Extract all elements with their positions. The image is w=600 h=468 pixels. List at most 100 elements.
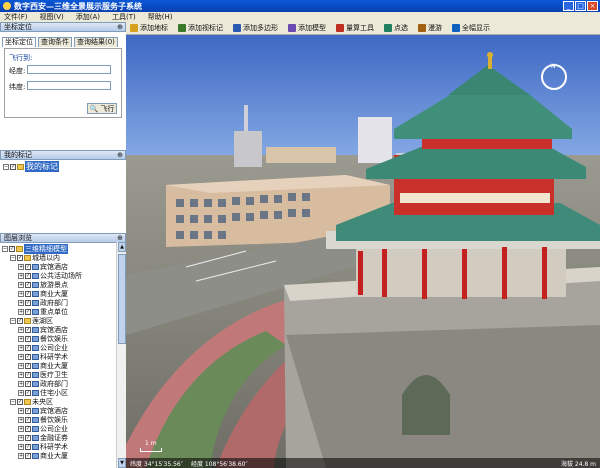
close-button[interactable]: × — [587, 1, 598, 11]
checkbox[interactable]: ✓ — [25, 407, 31, 414]
checkbox[interactable]: ✓ — [17, 254, 23, 261]
marks-panel-header[interactable]: 我的标记 ⊕ — [0, 150, 126, 160]
layer-icon — [32, 308, 39, 315]
fly-legend: 飞行到: — [9, 54, 33, 62]
toolbar-model-button[interactable]: 添加模型 — [288, 23, 326, 33]
polygon-icon — [233, 24, 241, 32]
expand-icon[interactable]: + — [18, 407, 24, 414]
toolbar-pointer-button[interactable]: 点选 — [384, 23, 408, 33]
collapse-icon[interactable]: − — [3, 163, 9, 170]
tab-coordinate[interactable]: 坐标定位 — [2, 37, 36, 47]
checkbox[interactable]: ✓ — [25, 416, 31, 423]
expand-icon[interactable]: + — [18, 290, 24, 297]
expand-icon[interactable]: + — [18, 263, 24, 270]
checkbox[interactable]: ✓ — [25, 326, 31, 333]
view-marker-icon — [178, 24, 186, 32]
scroll-down-icon[interactable]: ▼ — [118, 458, 126, 468]
layers-panel-header[interactable]: 图层浏览 ⊕ — [0, 233, 126, 243]
scroll-thumb[interactable] — [118, 254, 126, 344]
expand-icon[interactable]: + — [18, 344, 24, 351]
expand-icon[interactable]: + — [18, 272, 24, 279]
menu-help[interactable]: 帮助(H) — [148, 12, 173, 22]
minimize-button[interactable]: _ — [563, 1, 574, 11]
longitude-input[interactable] — [27, 65, 111, 74]
tab-results[interactable]: 查询结果(0) — [74, 37, 118, 47]
locate-tabs: 坐标定位 查询条件 查询结果(0) — [2, 37, 118, 47]
latitude-input[interactable] — [27, 81, 111, 90]
toolbar-label: 添加视标记 — [188, 24, 223, 32]
checkbox[interactable]: ✓ — [17, 398, 23, 405]
checkbox[interactable]: ✓ — [25, 290, 31, 297]
toolbar-view-marker-button[interactable]: 添加视标记 — [178, 23, 223, 33]
marks-root[interactable]: − ✓ 我的标记 — [3, 161, 59, 172]
toolbar-roam-button[interactable]: 漫游 — [418, 23, 442, 33]
ruler-icon — [336, 24, 344, 32]
folder-icon — [17, 163, 24, 170]
checkbox[interactable]: ✓ — [25, 434, 31, 441]
expand-icon[interactable]: + — [18, 353, 24, 360]
pin-icon[interactable]: ⊕ — [117, 234, 123, 242]
collapse-icon[interactable]: − — [10, 317, 16, 324]
menu-view[interactable]: 视图(V) — [40, 12, 64, 22]
toolbar-ruler-button[interactable]: 量算工具 — [336, 23, 374, 33]
checkbox[interactable]: ✓ — [25, 335, 31, 342]
svg-text:N: N — [551, 63, 556, 70]
pin-icon[interactable]: ⊕ — [117, 23, 123, 31]
checkbox[interactable]: ✓ — [25, 272, 31, 279]
expand-icon[interactable]: + — [18, 389, 24, 396]
expand-icon[interactable]: + — [18, 425, 24, 432]
checkbox[interactable]: ✓ — [25, 452, 31, 459]
checkbox[interactable]: ✓ — [25, 380, 31, 387]
locate-panel-header[interactable]: 坐标定位 ⊕ — [0, 22, 126, 32]
layer-icon — [32, 263, 39, 270]
toolbar-globe-button[interactable]: 全幅显示 — [452, 23, 490, 33]
expand-icon[interactable]: + — [18, 281, 24, 288]
checkbox[interactable]: ✓ — [25, 425, 31, 432]
3d-view[interactable]: N — [126, 35, 600, 468]
checkbox[interactable]: ✓ — [25, 281, 31, 288]
layers-scrollbar[interactable]: ▲ ▼ — [116, 242, 126, 468]
expand-icon[interactable]: + — [18, 362, 24, 369]
checkbox[interactable]: ✓ — [10, 163, 16, 170]
checkbox[interactable]: ✓ — [25, 308, 31, 315]
fly-button[interactable]: 🔍 飞行 — [87, 103, 117, 114]
folder-icon — [24, 254, 31, 261]
expand-icon[interactable]: + — [18, 452, 24, 459]
toolbar-polygon-button[interactable]: 添加多边形 — [233, 23, 278, 33]
checkbox[interactable]: ✓ — [25, 353, 31, 360]
menu-add[interactable]: 添加(A) — [76, 12, 100, 22]
expand-icon[interactable]: + — [18, 308, 24, 315]
maximize-button[interactable]: □ — [575, 1, 586, 11]
checkbox[interactable]: ✓ — [25, 362, 31, 369]
collapse-icon[interactable]: − — [2, 245, 8, 252]
expand-icon[interactable]: + — [18, 380, 24, 387]
checkbox[interactable]: ✓ — [9, 245, 15, 252]
checkbox[interactable]: ✓ — [25, 299, 31, 306]
marks-root-label: 我的标记 — [25, 161, 59, 172]
collapse-icon[interactable]: − — [10, 254, 16, 261]
checkbox[interactable]: ✓ — [25, 443, 31, 450]
scroll-up-icon[interactable]: ▲ — [118, 242, 126, 252]
expand-icon[interactable]: + — [18, 371, 24, 378]
checkbox[interactable]: ✓ — [17, 317, 23, 324]
checkbox[interactable]: ✓ — [25, 344, 31, 351]
expand-icon[interactable]: + — [18, 326, 24, 333]
expand-icon[interactable]: + — [18, 299, 24, 306]
pin-icon[interactable]: ⊕ — [117, 151, 123, 159]
menu-tools[interactable]: 工具(T) — [112, 12, 136, 22]
toolbar: 添加地标 添加视标记 添加多边形 添加模型 量算工具 点选 漫游 全幅显示 — [126, 22, 600, 35]
expand-icon[interactable]: + — [18, 443, 24, 450]
3d-scene[interactable]: N — [126, 35, 600, 468]
tree-node[interactable]: + ✓ 商业大厦 — [18, 451, 68, 460]
checkbox[interactable]: ✓ — [25, 263, 31, 270]
checkbox[interactable]: ✓ — [25, 371, 31, 378]
expand-icon[interactable]: + — [18, 335, 24, 342]
checkbox[interactable]: ✓ — [25, 389, 31, 396]
menu-file[interactable]: 文件(F) — [4, 12, 28, 22]
collapse-icon[interactable]: − — [10, 398, 16, 405]
status-altitude: 海拔 24.8 m — [560, 460, 596, 468]
tab-query[interactable]: 查询条件 — [38, 37, 72, 47]
expand-icon[interactable]: + — [18, 416, 24, 423]
toolbar-placemark-button[interactable]: 添加地标 — [130, 23, 168, 33]
expand-icon[interactable]: + — [18, 434, 24, 441]
